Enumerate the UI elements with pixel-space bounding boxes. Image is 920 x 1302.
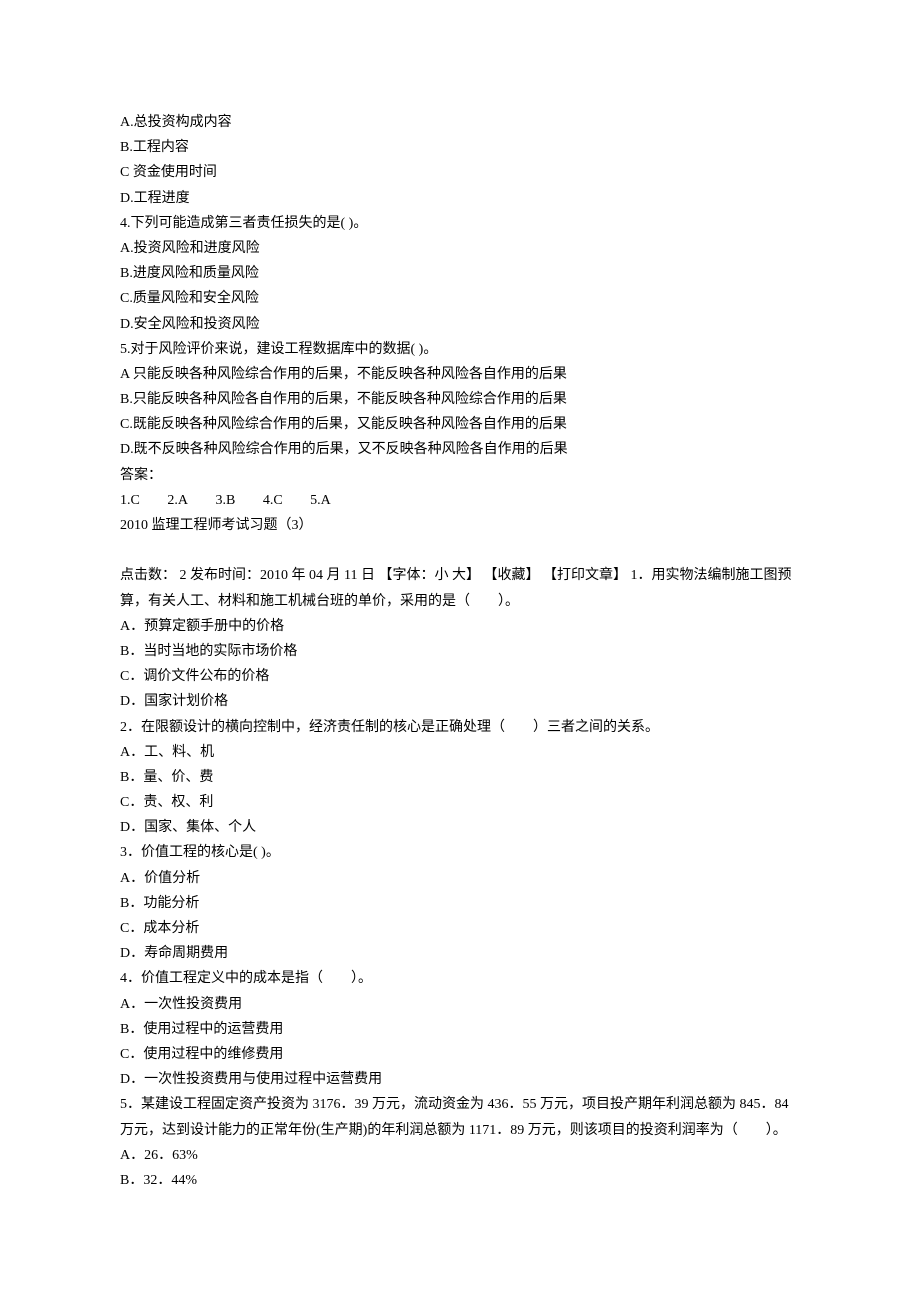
s2-q5-option-b: B．32．44% — [120, 1168, 800, 1193]
s2-q4-option-b: B．使用过程中的运营费用 — [120, 1017, 800, 1042]
q3-option-d: D.工程进度 — [120, 186, 800, 211]
section2-meta-and-q1-stem: 点击数： 2 发布时间：2010 年 04 月 11 日 【字体：小 大】 【收… — [120, 563, 800, 613]
s2-q1-option-c: C．调价文件公布的价格 — [120, 664, 800, 689]
answers-label: 答案： — [120, 463, 800, 488]
q5-option-c: C.既能反映各种风险综合作用的后果，又能反映各种风险各自作用的后果 — [120, 412, 800, 437]
q4-option-c: C.质量风险和安全风险 — [120, 286, 800, 311]
s2-q1-option-a: A．预算定额手册中的价格 — [120, 614, 800, 639]
q5-option-b: B.只能反映各种风险各自作用的后果，不能反映各种风险综合作用的后果 — [120, 387, 800, 412]
q5-stem: 5.对于风险评价来说，建设工程数据库中的数据( )。 — [120, 337, 800, 362]
answer-4: 4.C — [263, 493, 283, 508]
s2-q2-option-d: D．国家、集体、个人 — [120, 815, 800, 840]
answers-values: 1.C 2.A 3.B 4.C 5.A — [120, 488, 800, 513]
s2-q2-option-a: A．工、料、机 — [120, 740, 800, 765]
s2-q3-option-b: B．功能分析 — [120, 891, 800, 916]
answer-3: 3.B — [215, 493, 235, 508]
q3-option-a: A.总投资构成内容 — [120, 110, 800, 135]
s2-q3-option-d: D．寿命周期费用 — [120, 941, 800, 966]
s2-q4-option-c: C．使用过程中的维修费用 — [120, 1042, 800, 1067]
q5-option-a: A 只能反映各种风险综合作用的后果，不能反映各种风险各自作用的后果 — [120, 362, 800, 387]
s2-q3-stem: 3．价值工程的核心是( )。 — [120, 840, 800, 865]
s2-q4-option-d: D．一次性投资费用与使用过程中运营费用 — [120, 1067, 800, 1092]
s2-q1-option-d: D．国家计划价格 — [120, 689, 800, 714]
s2-q2-option-c: C．责、权、利 — [120, 790, 800, 815]
answer-5: 5.A — [310, 493, 331, 508]
q3-option-b: B.工程内容 — [120, 135, 800, 160]
s2-q4-option-a: A．一次性投资费用 — [120, 992, 800, 1017]
q4-option-d: D.安全风险和投资风险 — [120, 312, 800, 337]
q4-stem: 4.下列可能造成第三者责任损失的是( )。 — [120, 211, 800, 236]
q3-option-c: C 资金使用时间 — [120, 160, 800, 185]
s2-q4-stem: 4．价值工程定义中的成本是指（ ）。 — [120, 966, 800, 991]
q5-option-d: D.既不反映各种风险综合作用的后果，又不反映各种风险各自作用的后果 — [120, 437, 800, 462]
q4-option-b: B.进度风险和质量风险 — [120, 261, 800, 286]
q4-option-a: A.投资风险和进度风险 — [120, 236, 800, 261]
s2-q5-stem: 5．某建设工程固定资产投资为 3176．39 万元，流动资金为 436．55 万… — [120, 1092, 800, 1142]
s2-q2-stem: 2．在限额设计的横向控制中，经济责任制的核心是正确处理（ ）三者之间的关系。 — [120, 715, 800, 740]
s2-q5-option-a: A．26．63% — [120, 1143, 800, 1168]
s2-q3-option-c: C．成本分析 — [120, 916, 800, 941]
answer-2: 2.A — [167, 493, 188, 508]
section2-title: 2010 监理工程师考试习题（3） — [120, 513, 800, 538]
s2-q3-option-a: A．价值分析 — [120, 866, 800, 891]
answer-1: 1.C — [120, 493, 140, 508]
s2-q1-option-b: B．当时当地的实际市场价格 — [120, 639, 800, 664]
s2-q2-option-b: B．量、价、费 — [120, 765, 800, 790]
